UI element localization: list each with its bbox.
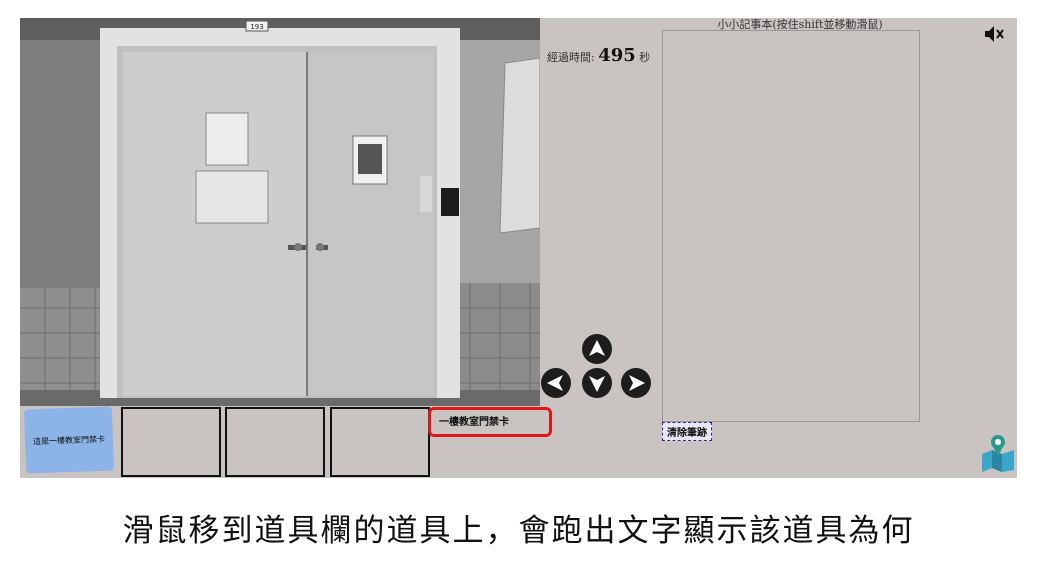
down-arrow-icon[interactable] xyxy=(582,368,612,398)
inventory-slot[interactable] xyxy=(330,407,430,477)
notebook-canvas[interactable] xyxy=(662,30,920,422)
svg-text:193: 193 xyxy=(250,23,263,31)
inventory-item-text: 這是一樓教室門禁卡 xyxy=(32,434,106,446)
timer-unit: 秒 xyxy=(639,51,651,64)
timer-value: 495 xyxy=(598,45,636,66)
elapsed-timer: 經過時間: 495 秒 xyxy=(547,45,650,66)
instruction-caption: 滑鼠移到道具欄的道具上，會跑出文字顯示該道具為何 xyxy=(122,513,915,549)
inventory-item-access-card[interactable]: 這是一樓教室門禁卡 xyxy=(23,406,115,474)
clear-notes-button[interactable]: 清除筆跡 xyxy=(662,422,712,441)
room-scene-view[interactable]: 193 xyxy=(20,18,540,406)
timer-label: 經過時間: xyxy=(547,51,595,64)
inventory-slot[interactable] xyxy=(225,407,325,477)
inventory-slot[interactable] xyxy=(121,407,221,477)
map-pin-icon[interactable] xyxy=(980,432,1016,472)
tooltip-text: 一樓教室門禁卡 xyxy=(439,417,509,428)
game-panel: 193 經過時間: 495 秒 小小記事本(按住shift並移動滑鼠) 清除筆跡… xyxy=(20,18,1017,478)
item-tooltip: 一樓教室門禁卡 xyxy=(428,407,552,437)
right-arrow-icon[interactable] xyxy=(621,368,651,398)
left-arrow-icon[interactable] xyxy=(541,368,571,398)
speaker-muted-icon[interactable] xyxy=(983,24,1007,44)
up-arrow-icon[interactable] xyxy=(582,334,612,364)
room-scene-image: 193 xyxy=(20,18,540,406)
